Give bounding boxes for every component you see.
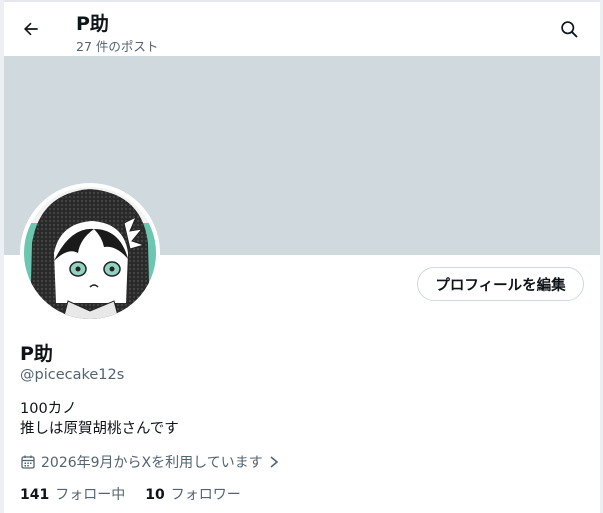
- bio: 100カノ 推しは原賀胡桃さんです: [20, 399, 179, 439]
- calendar-icon: [21, 455, 35, 469]
- following-count: 141: [20, 487, 50, 503]
- back-button[interactable]: [18, 16, 44, 42]
- arrow-left-icon: [24, 22, 38, 36]
- user-handle: @picecake12s: [20, 367, 125, 383]
- avatar-image: [20, 183, 160, 323]
- bio-line: 推しは原賀胡桃さんです: [20, 421, 179, 437]
- joined-date-link[interactable]: 2026年9月からXを利用しています: [20, 452, 280, 472]
- profile-header-bar: P助 27 件のポスト: [4, 2, 600, 56]
- followers-count: 10: [145, 487, 165, 503]
- following-label: フォロー中: [55, 487, 126, 503]
- chevron-right-icon: [270, 456, 278, 468]
- follow-stats: 141 フォロー中 10 フォロワー: [20, 484, 241, 504]
- joined-date-text: 2026年9月からXを利用しています: [41, 455, 263, 471]
- edit-profile-button[interactable]: プロフィールを編集: [417, 267, 584, 301]
- search-button[interactable]: [556, 16, 582, 42]
- followers-link[interactable]: 10 フォロワー: [145, 484, 240, 504]
- display-name: P助: [20, 343, 53, 365]
- followers-label: フォロワー: [170, 487, 241, 503]
- following-link[interactable]: 141 フォロー中: [20, 484, 125, 504]
- avatar[interactable]: [20, 183, 160, 323]
- search-icon: [561, 21, 578, 38]
- page-title: P助: [76, 13, 109, 35]
- post-count: 27 件のポスト: [76, 39, 159, 54]
- bio-line: 100カノ: [20, 401, 77, 417]
